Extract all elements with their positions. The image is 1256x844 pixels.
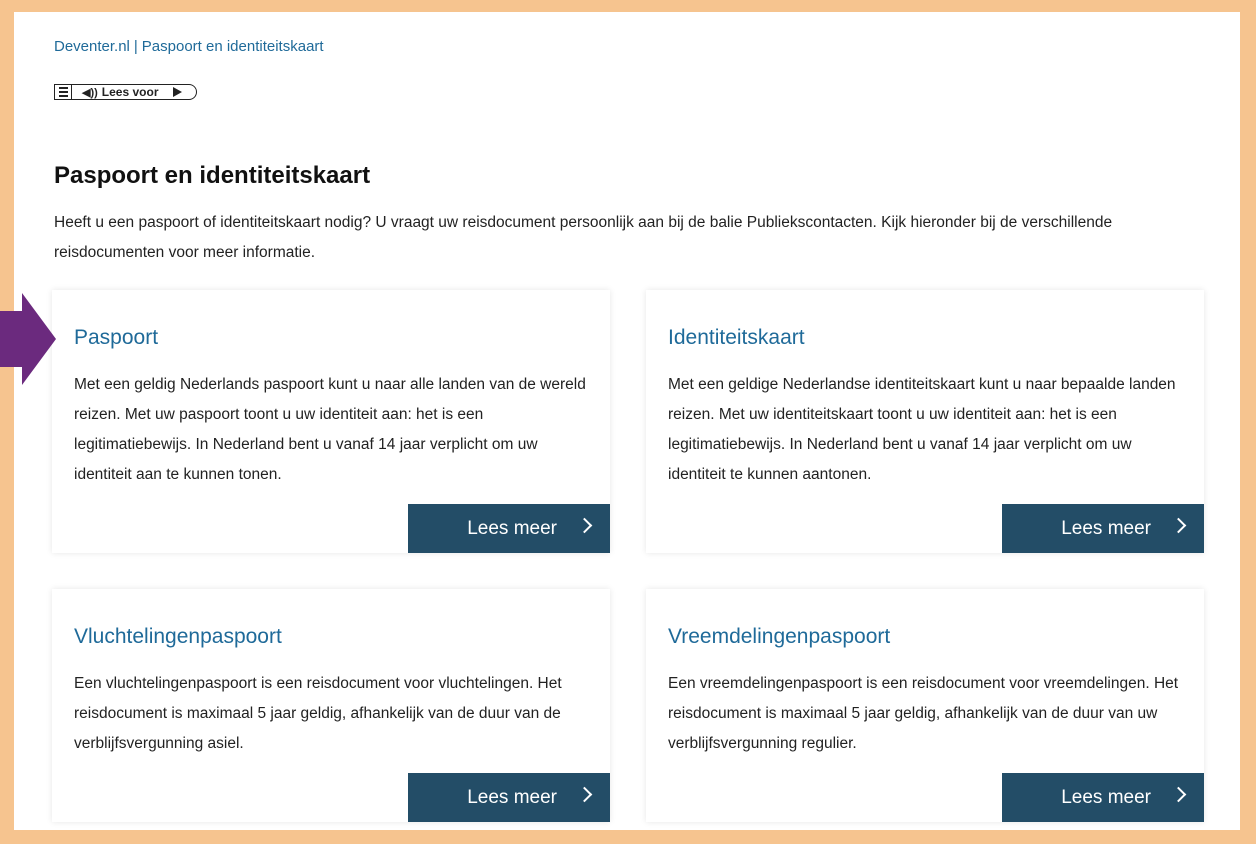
- lees-meer-button[interactable]: Lees meer: [1002, 504, 1204, 553]
- intro-text: Heeft u een paspoort of identiteitskaart…: [54, 214, 1113, 261]
- card-title[interactable]: Vreemdelingenpaspoort: [668, 625, 890, 649]
- lees-meer-label: Lees meer: [1061, 786, 1151, 808]
- play-icon: [172, 87, 182, 97]
- lees-voor-label: Lees voor: [101, 85, 159, 99]
- lees-meer-button[interactable]: Lees meer: [408, 504, 610, 553]
- page-frame: Deventer.nl | Paspoort en identiteitskaart…: [14, 12, 1240, 830]
- lees-meer-button[interactable]: Lees meer: [1002, 773, 1204, 822]
- arrow-right-icon: [0, 293, 56, 385]
- card-text: Met een geldig Nederlands paspoort kunt …: [74, 376, 586, 483]
- speaker-icon: ◀)): [82, 86, 98, 99]
- chevron-right-icon: [1170, 786, 1187, 803]
- card-paspoort: Paspoort Met een geldig Nederlands paspo…: [52, 290, 610, 553]
- breadcrumb-home-link[interactable]: Deventer.nl: [54, 38, 130, 55]
- card-title[interactable]: Identiteitskaart: [668, 326, 805, 350]
- card-identiteitskaart: Identiteitskaart Met een geldige Nederla…: [646, 290, 1204, 553]
- lees-meer-label: Lees meer: [1061, 517, 1151, 539]
- lees-voor-button[interactable]: ◀)) Lees voor: [72, 84, 197, 100]
- lees-meer-label: Lees meer: [467, 517, 557, 539]
- chevron-right-icon: [576, 517, 593, 534]
- breadcrumb: Deventer.nl | Paspoort en identiteitskaart: [54, 38, 324, 55]
- readspeaker-widget: ◀)) Lees voor: [54, 83, 197, 101]
- breadcrumb-current-link[interactable]: Paspoort en identiteitskaart: [142, 38, 324, 55]
- breadcrumb-separator: |: [133, 38, 138, 55]
- card-title[interactable]: Paspoort: [74, 326, 158, 350]
- lees-meer-button[interactable]: Lees meer: [408, 773, 610, 822]
- lees-meer-label: Lees meer: [467, 786, 557, 808]
- card-text: Met een geldige Nederlandse identiteitsk…: [668, 376, 1176, 483]
- card-text: Een vreemdelingenpaspoort is een reisdoc…: [668, 675, 1179, 752]
- card-vreemdelingenpaspoort: Vreemdelingenpaspoort Een vreemdelingenp…: [646, 589, 1204, 822]
- card-title[interactable]: Vluchtelingenpaspoort: [74, 625, 282, 649]
- card-vluchtelingenpaspoort: Vluchtelingenpaspoort Een vluchtelingenp…: [52, 589, 610, 822]
- chevron-right-icon: [576, 786, 593, 803]
- card-text: Een vluchtelingenpaspoort is een reisdoc…: [74, 675, 562, 752]
- page-title: Paspoort en identiteitskaart: [54, 162, 371, 189]
- hamburger-icon[interactable]: [54, 84, 72, 100]
- chevron-right-icon: [1170, 517, 1187, 534]
